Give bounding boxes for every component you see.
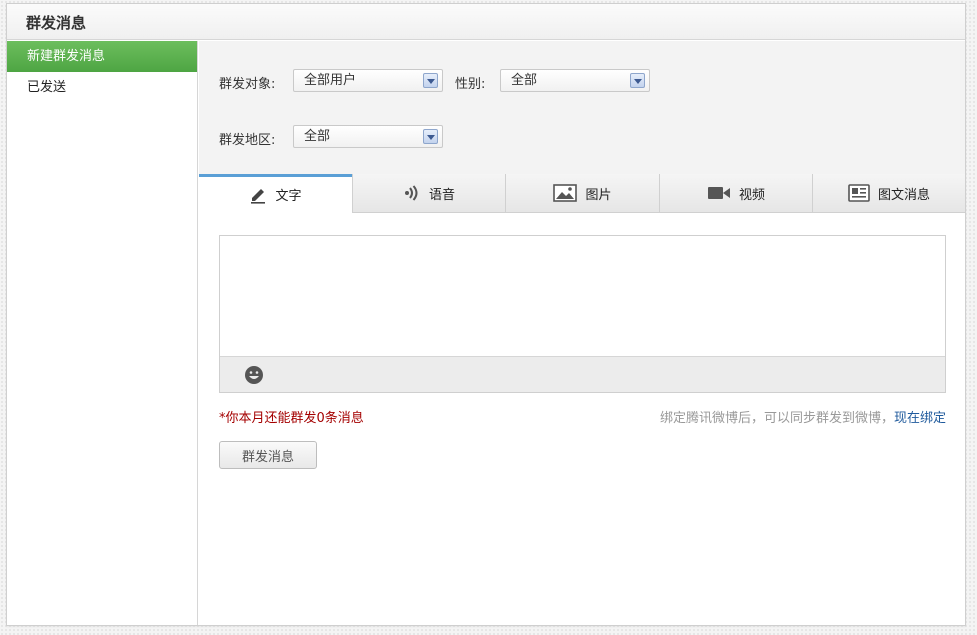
sound-wave-icon: [403, 184, 421, 202]
region-select[interactable]: 全部: [293, 125, 443, 148]
tab-video-label: 视频: [738, 187, 765, 203]
image-icon: [553, 184, 578, 202]
gender-label: 性别:: [455, 77, 486, 92]
page-title: 群发消息: [26, 14, 87, 32]
chevron-down-icon: [423, 73, 438, 88]
region-label: 群发地区:: [219, 133, 276, 148]
tab-news[interactable]: 图文消息: [812, 174, 965, 213]
gender-select[interactable]: 全部: [500, 69, 650, 92]
sidebar-item-new-mass-message[interactable]: 新建群发消息: [7, 41, 197, 72]
main-content: 群发对象: 全部用户 性别: 全部 群发地区: 全部 文字 语音 图片 视频 图…: [199, 41, 965, 625]
editor-toolbar: [220, 356, 945, 392]
filter-area: 群发对象: 全部用户 性别: 全部 群发地区: 全部: [199, 41, 965, 174]
smiley-face-icon[interactable]: [244, 365, 264, 389]
weibo-bind-tip: 绑定腾讯微博后，可以同步群发到微博，现在绑定: [660, 407, 946, 426]
pencil-icon: [249, 186, 267, 204]
send-mass-message-button[interactable]: 群发消息: [219, 441, 317, 469]
tab-voice[interactable]: 语音: [352, 174, 505, 213]
tab-news-label: 图文消息: [877, 187, 930, 203]
message-editor: [219, 235, 946, 393]
bind-now-link[interactable]: 现在绑定: [894, 411, 946, 426]
tab-text[interactable]: 文字: [199, 174, 352, 213]
tab-image[interactable]: 图片: [505, 174, 659, 213]
target-select-value: 全部用户: [304, 73, 357, 88]
news-icon: [848, 184, 870, 202]
quota-notice: *你本月还能群发0条消息: [219, 411, 364, 426]
video-camera-icon: [707, 185, 731, 201]
chevron-down-icon: [630, 73, 645, 88]
sidebar-item-sent[interactable]: 已发送: [7, 72, 197, 103]
mass-message-panel: 群发消息 新建群发消息 已发送 群发对象: 全部用户 性别: 全部 群发地区: …: [6, 3, 966, 626]
chevron-down-icon: [423, 129, 438, 144]
region-select-value: 全部: [304, 129, 331, 144]
weibo-bind-text: 绑定腾讯微博后，可以同步群发到微博，: [659, 411, 894, 426]
tab-video[interactable]: 视频: [659, 174, 812, 213]
target-select[interactable]: 全部用户: [293, 69, 443, 92]
message-type-tabs: 文字 语音 图片 视频 图文消息: [199, 174, 965, 213]
tab-text-label: 文字: [275, 189, 302, 204]
message-textarea[interactable]: [220, 236, 945, 356]
tab-voice-label: 语音: [428, 187, 455, 203]
panel-header: 群发消息: [7, 4, 965, 40]
sidebar: 新建群发消息 已发送: [7, 41, 198, 625]
tab-image-label: 图片: [585, 187, 612, 203]
target-label: 群发对象:: [219, 77, 276, 92]
gender-select-value: 全部: [511, 73, 538, 88]
